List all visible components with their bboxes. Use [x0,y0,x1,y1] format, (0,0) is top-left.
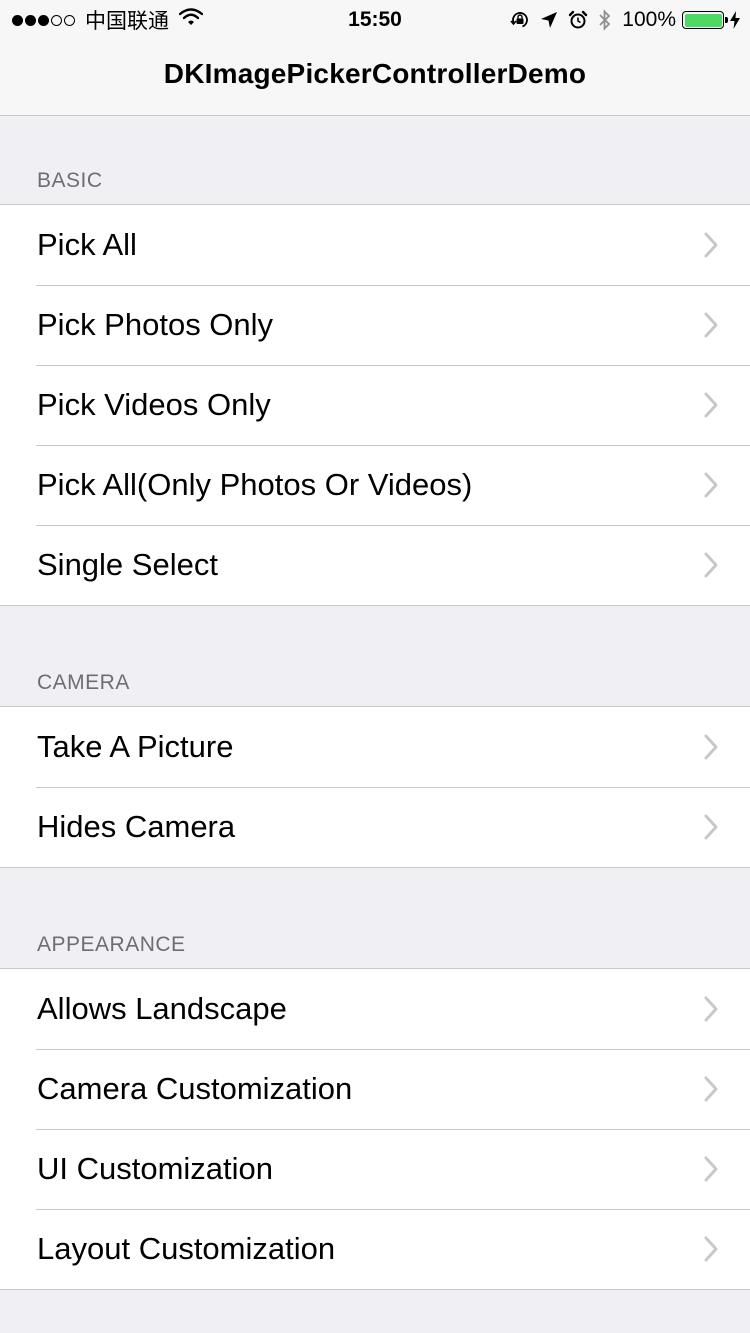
row-pick-photos-only[interactable]: Pick Photos Only [0,285,750,365]
row-label: Take A Picture [37,729,234,764]
chevron-right-icon [704,312,718,338]
navigation-bar: 中国联通 15:50 100% DKImagePickerControllerD… [0,0,750,116]
row-label: UI Customization [37,1151,274,1186]
section-appearance: Allows Landscape Camera Customization UI… [0,968,750,1290]
section-header-camera: CAMERA [37,671,130,694]
row-label: Pick All(Only Photos Or Videos) [37,467,473,502]
row-single-select[interactable]: Single Select [0,525,750,605]
chevron-right-icon [704,392,718,418]
row-pick-all[interactable]: Pick All [0,205,750,285]
location-arrow-icon [540,11,558,29]
charging-bolt-icon [730,11,740,29]
bluetooth-icon [598,9,612,31]
battery-icon [682,11,728,29]
chevron-right-icon [704,1236,718,1262]
row-pick-videos-only[interactable]: Pick Videos Only [0,365,750,445]
section-camera: Take A Picture Hides Camera [0,706,750,868]
rotation-lock-icon [510,10,530,30]
page-title: DKImagePickerControllerDemo [163,58,587,89]
row-label: Camera Customization [37,1071,353,1106]
row-label: Hides Camera [37,809,236,844]
row-label: Allows Landscape [37,991,287,1026]
row-ui-customization[interactable]: UI Customization [0,1129,750,1209]
chevron-right-icon [704,1076,718,1102]
status-right: 100% [500,6,740,34]
section-basic: Pick All Pick Photos Only Pick Videos On… [0,204,750,606]
chevron-right-icon [704,472,718,498]
section-header-appearance: APPEARANCE [37,933,186,956]
row-label: Pick Videos Only [37,387,271,422]
row-hides-camera[interactable]: Hides Camera [0,787,750,867]
row-camera-customization[interactable]: Camera Customization [0,1049,750,1129]
battery-percentage: 100% [622,8,676,31]
row-label: Pick All [37,227,137,262]
chevron-right-icon [704,734,718,760]
chevron-right-icon [704,552,718,578]
row-take-a-picture[interactable]: Take A Picture [0,707,750,787]
alarm-icon [568,10,588,30]
row-label: Pick Photos Only [37,307,274,342]
row-layout-customization[interactable]: Layout Customization [0,1209,750,1289]
row-allows-landscape[interactable]: Allows Landscape [0,969,750,1049]
status-bar: 中国联通 15:50 100% [0,0,750,40]
row-label: Layout Customization [37,1231,336,1266]
row-pick-all-only-photos-or-videos[interactable]: Pick All(Only Photos Or Videos) [0,445,750,525]
chevron-right-icon [704,996,718,1022]
chevron-right-icon [704,232,718,258]
section-header-basic: BASIC [37,169,103,192]
chevron-right-icon [704,1156,718,1182]
chevron-right-icon [704,814,718,840]
row-label: Single Select [37,547,218,582]
